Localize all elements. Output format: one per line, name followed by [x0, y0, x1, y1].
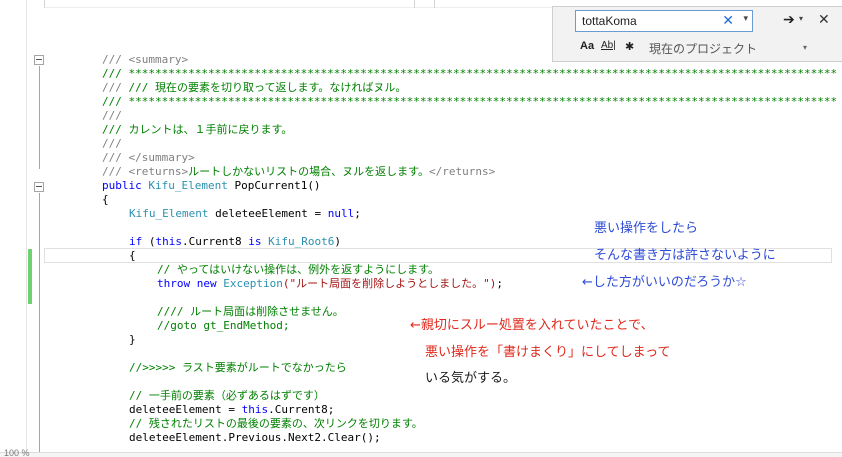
- search-scope-select[interactable]: 現在のプロジェクト: [649, 40, 757, 57]
- status-bar: 100 %: [0, 448, 842, 457]
- code-text: .Current8;: [268, 403, 335, 416]
- type-name: Kifu_Root6: [268, 235, 335, 248]
- code-text: ;: [496, 277, 503, 290]
- code-line: /// <returns>ルートしかないリストの場合、ヌルを返します。</ret…: [102, 165, 495, 179]
- keyword: this: [155, 235, 183, 248]
- code-line: // 一手前の要素（必ずあるはずです）: [129, 389, 325, 402]
- code-text: .Current8: [182, 235, 249, 248]
- code-editor[interactable]: /// <summary> /// **********************…: [48, 0, 838, 457]
- code-line: /// カレントは、１手前に戻ります。: [102, 123, 293, 136]
- match-case-toggle[interactable]: Aa: [580, 40, 594, 52]
- outline-guide: [39, 66, 40, 169]
- code-line: /// <summary>: [102, 53, 189, 66]
- code-text: ): [334, 235, 341, 248]
- comment-text: /// 現在の要素を切り取って返します。なければヌル。: [128, 81, 407, 94]
- keyword: this: [241, 403, 269, 416]
- keyword: new: [196, 277, 217, 290]
- code-line: {: [102, 193, 109, 206]
- code-line: //// ルート局面は削除させません。: [157, 305, 344, 318]
- code-line: // やってはいけない操作は、例外を返すようにします。: [157, 263, 439, 276]
- find-widget: tottaKoma ✕ ▾ ➔ ▾ ✕ Aa Ab| ✱ 現在のプロジェクト ▾: [552, 6, 842, 62]
- code-line: }: [129, 333, 136, 346]
- search-input[interactable]: tottaKoma ✕ ▾: [575, 10, 753, 32]
- find-next-dropdown-icon[interactable]: ▾: [799, 14, 803, 23]
- fold-toggle-method[interactable]: [34, 182, 44, 192]
- code-line: ///: [102, 109, 122, 122]
- keyword: public: [102, 179, 149, 192]
- doc-tag: </returns>: [429, 165, 496, 178]
- type-name: Exception: [223, 277, 283, 290]
- code-line: ///: [102, 137, 122, 150]
- annotation-red-2: 悪い操作を「書けまくり」にしてしまって: [425, 345, 671, 360]
- search-query: tottaKoma: [582, 14, 637, 28]
- annotation-red-1: ←親切にスルー処置を入れていたことで、: [410, 318, 654, 333]
- whole-word-toggle[interactable]: Ab|: [601, 40, 616, 51]
- type-name: Kifu_Element: [129, 207, 209, 220]
- code-text: PopCurrent1(): [227, 179, 321, 192]
- code-line: if (this.Current8 is Kifu_Root6): [129, 235, 341, 249]
- annotation-blue-3: ←した方がいいのだろうか☆: [582, 275, 747, 290]
- code-line: // 残されたリストの最後の要素の、次リンクを切ります。: [129, 417, 423, 430]
- keyword: throw: [157, 277, 191, 290]
- zoom-level[interactable]: 100 %: [4, 448, 30, 457]
- code-line: //>>>>> ラスト要素がルートでなかったら: [129, 361, 347, 374]
- comment-text: ルートしかないリストの場合、ヌルを返します。: [188, 165, 429, 178]
- keyword: null: [327, 207, 355, 220]
- code-line: /// </summary>: [102, 151, 195, 164]
- code-line: //goto gt_EndMethod;: [157, 319, 290, 332]
- code-line: public Kifu_Element PopCurrent1(): [102, 179, 321, 193]
- code-text: deleteeElement =: [208, 207, 328, 220]
- code-text: (: [142, 235, 156, 248]
- code-line: /// /// 現在の要素を切り取って返します。なければヌル。: [102, 81, 407, 94]
- code-line: /// ************************************…: [102, 95, 838, 108]
- code-line: throw new Exception("ルート局面を削除しようとしました。")…: [157, 277, 503, 291]
- code-line: /// ************************************…: [102, 67, 838, 80]
- close-icon[interactable]: ✕: [818, 11, 830, 28]
- clear-icon[interactable]: ✕: [722, 12, 734, 29]
- code-line: deleteeElement.Previous.Next2.Clear();: [129, 431, 381, 444]
- doc-tag: /// <returns>: [102, 165, 189, 178]
- annotation-red-3: いる気がする。: [425, 371, 517, 386]
- line-number-gutter: [0, 0, 27, 457]
- regex-toggle[interactable]: ✱: [625, 40, 634, 53]
- code-text: ;: [354, 207, 361, 220]
- outline-guide: [39, 193, 40, 457]
- type-name: Kifu_Element: [148, 179, 228, 192]
- annotation-blue-2: そんな書き方は許さないように: [594, 248, 776, 263]
- code-line: deleteeElement = this.Current8;: [129, 403, 334, 417]
- code-line: {: [129, 249, 136, 262]
- code-text: deleteeElement =: [129, 403, 242, 416]
- chevron-down-icon[interactable]: ▾: [803, 43, 807, 52]
- search-history-dropdown-icon[interactable]: ▾: [743, 13, 748, 24]
- change-indicator: [28, 249, 32, 304]
- code-line: Kifu_Element deleteeElement = null;: [129, 207, 361, 221]
- find-next-icon[interactable]: ➔: [783, 11, 795, 28]
- keyword: is: [248, 235, 262, 248]
- fold-toggle-summary[interactable]: [34, 55, 44, 65]
- keyword: if: [129, 235, 143, 248]
- string-literal: ("ルート局面を削除しようとしました。"): [282, 277, 497, 290]
- annotation-blue-1: 悪い操作をしたら: [594, 221, 699, 236]
- outlining-gutter: [30, 0, 44, 457]
